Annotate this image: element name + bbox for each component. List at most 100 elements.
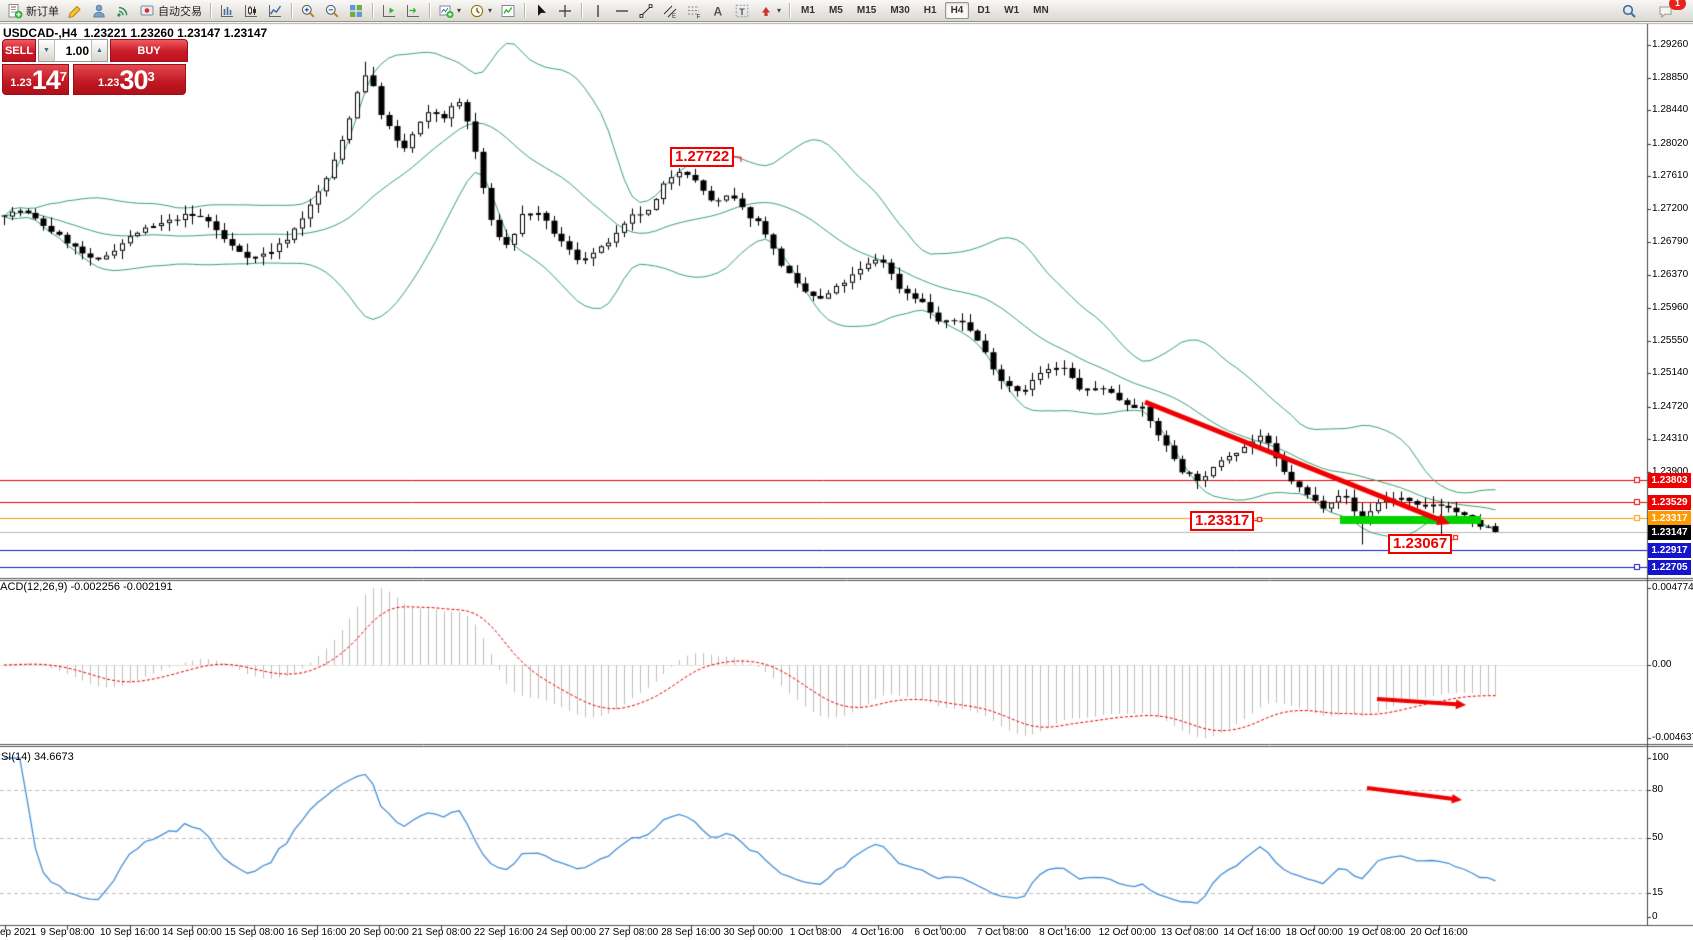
search-icon bbox=[1621, 3, 1637, 19]
trendline-icon bbox=[638, 3, 654, 19]
timeframe-button-h4[interactable]: H4 bbox=[945, 2, 970, 19]
metaeditor-icon bbox=[67, 3, 83, 19]
horizontal-line-icon bbox=[614, 3, 630, 19]
timeframe-button-w1[interactable]: W1 bbox=[998, 2, 1025, 19]
notifications-button[interactable]: 1 bbox=[1651, 0, 1680, 21]
line-chart-button[interactable] bbox=[263, 1, 287, 20]
zoom-in-icon bbox=[300, 3, 316, 19]
buy-price-big: 30 bbox=[119, 69, 147, 92]
indicator-template-button[interactable] bbox=[496, 1, 520, 20]
line-chart-icon bbox=[267, 3, 283, 19]
sell-price-pip: 7 bbox=[60, 70, 67, 83]
svg-text:F: F bbox=[697, 13, 701, 19]
autotrading-button[interactable]: 自动交易 bbox=[135, 1, 206, 20]
dropdown-caret-icon: ▾ bbox=[488, 7, 492, 15]
toolbar-right-group: 1 bbox=[1614, 0, 1690, 21]
buy-price-prefix: 1.23 bbox=[98, 75, 119, 92]
vertical-line-icon bbox=[590, 3, 606, 19]
trendline-button[interactable] bbox=[634, 1, 658, 20]
sell-button[interactable]: SELL bbox=[2, 39, 36, 62]
chart-canvas[interactable] bbox=[0, 0, 1693, 940]
auto-scroll-icon bbox=[405, 3, 421, 19]
metaeditor-button[interactable] bbox=[63, 1, 87, 20]
arrows-button[interactable]: ▾ bbox=[754, 1, 785, 20]
notification-badge: 1 bbox=[1669, 0, 1686, 10]
timeframe-button-mn[interactable]: MN bbox=[1027, 2, 1055, 19]
auto-scroll-button[interactable] bbox=[401, 1, 425, 20]
new-order-label: 新订单 bbox=[26, 3, 59, 19]
sell-price-big: 14 bbox=[32, 69, 60, 92]
toolbar-separator bbox=[210, 3, 211, 18]
chart-title: USDCAD-,H4 1.23221 1.23260 1.23147 1.231… bbox=[3, 26, 267, 40]
svg-text:E: E bbox=[672, 14, 676, 19]
timeframe-button-m5[interactable]: M5 bbox=[823, 2, 849, 19]
volume-stepper: ▼ ▲ bbox=[38, 39, 108, 62]
buy-price-display[interactable]: 1.23 30 3 bbox=[73, 64, 186, 95]
timeframe-button-m15[interactable]: M15 bbox=[851, 2, 882, 19]
horizontal-line-button[interactable] bbox=[610, 1, 634, 20]
buy-button[interactable]: BUY bbox=[110, 39, 188, 62]
timeframe-group: M1M5M15M30H1H4D1W1MN bbox=[794, 2, 1056, 19]
toolbar-separator bbox=[291, 3, 292, 18]
new-order-icon bbox=[7, 3, 23, 19]
signals-icon bbox=[115, 3, 131, 19]
volume-increase-button[interactable]: ▲ bbox=[91, 40, 107, 61]
autotrading-icon bbox=[139, 3, 155, 19]
crosshair-icon bbox=[557, 3, 573, 19]
signals-button[interactable] bbox=[111, 1, 135, 20]
one-click-trading-widget: SELL ▼ ▲ BUY 1.23 14 7 1.23 30 3 bbox=[2, 39, 188, 95]
period-clock-button[interactable]: ▾ bbox=[465, 1, 496, 20]
main-toolbar: 新订单 自动交易 ▾ ▾ E F A T ▾ M1M5M15M30H1H4D1W1MN 1 bbox=[0, 0, 1693, 22]
chart-shift-icon bbox=[381, 3, 397, 19]
price-annotation-box[interactable]: 1.23067 bbox=[1388, 534, 1452, 554]
new-chart-icon bbox=[438, 3, 454, 19]
dropdown-caret-icon: ▾ bbox=[457, 7, 461, 15]
fibonacci-button[interactable]: F bbox=[682, 1, 706, 20]
toolbar-separator bbox=[524, 3, 525, 18]
community-button[interactable] bbox=[87, 1, 111, 20]
bar-chart-button[interactable] bbox=[215, 1, 239, 20]
price-annotation-box[interactable]: 1.23317 bbox=[1190, 511, 1254, 531]
dropdown-caret-icon: ▾ bbox=[777, 7, 781, 15]
toolbar-separator bbox=[372, 3, 373, 18]
timeframe-button-d1[interactable]: D1 bbox=[971, 2, 996, 19]
chart-shift-button[interactable] bbox=[377, 1, 401, 20]
text-label-button[interactable]: T bbox=[730, 1, 754, 20]
svg-text:T: T bbox=[739, 6, 745, 16]
sell-price-prefix: 1.23 bbox=[10, 75, 31, 92]
arrows-icon bbox=[758, 3, 774, 19]
autotrading-label: 自动交易 bbox=[158, 3, 202, 19]
new-order-button[interactable]: 新订单 bbox=[3, 1, 63, 20]
sell-price-display[interactable]: 1.23 14 7 bbox=[2, 64, 69, 95]
svg-text:A: A bbox=[714, 4, 723, 18]
candlestick-chart-button[interactable] bbox=[239, 1, 263, 20]
timeframe-button-m30[interactable]: M30 bbox=[884, 2, 915, 19]
volume-decrease-button[interactable]: ▼ bbox=[39, 40, 55, 61]
zoom-out-button[interactable] bbox=[320, 1, 344, 20]
community-icon bbox=[91, 3, 107, 19]
crosshair-button[interactable] bbox=[553, 1, 577, 20]
vertical-line-button[interactable] bbox=[586, 1, 610, 20]
period-clock-icon bbox=[469, 3, 485, 19]
timeframe-button-h1[interactable]: H1 bbox=[918, 2, 943, 19]
zoom-in-button[interactable] bbox=[296, 1, 320, 20]
search-button[interactable] bbox=[1614, 0, 1643, 21]
buy-price-pip: 3 bbox=[147, 70, 154, 83]
volume-input[interactable] bbox=[55, 40, 91, 61]
tile-windows-button[interactable] bbox=[344, 1, 368, 20]
new-chart-button[interactable]: ▾ bbox=[434, 1, 465, 20]
equidistant-channel-button[interactable]: E bbox=[658, 1, 682, 20]
cursor-button[interactable] bbox=[529, 1, 553, 20]
candlestick-chart-icon bbox=[243, 3, 259, 19]
toolbar-separator bbox=[581, 3, 582, 18]
text-icon: A bbox=[710, 3, 726, 19]
toolbar-separator bbox=[789, 3, 790, 18]
equidistant-channel-icon: E bbox=[662, 3, 678, 19]
price-annotation-box[interactable]: 1.27722 bbox=[670, 147, 734, 167]
tile-windows-icon bbox=[348, 3, 364, 19]
indicator-template-icon bbox=[500, 3, 516, 19]
text-button[interactable]: A bbox=[706, 1, 730, 20]
timeframe-button-m1[interactable]: M1 bbox=[795, 2, 821, 19]
cursor-icon bbox=[533, 3, 549, 19]
zoom-out-icon bbox=[324, 3, 340, 19]
